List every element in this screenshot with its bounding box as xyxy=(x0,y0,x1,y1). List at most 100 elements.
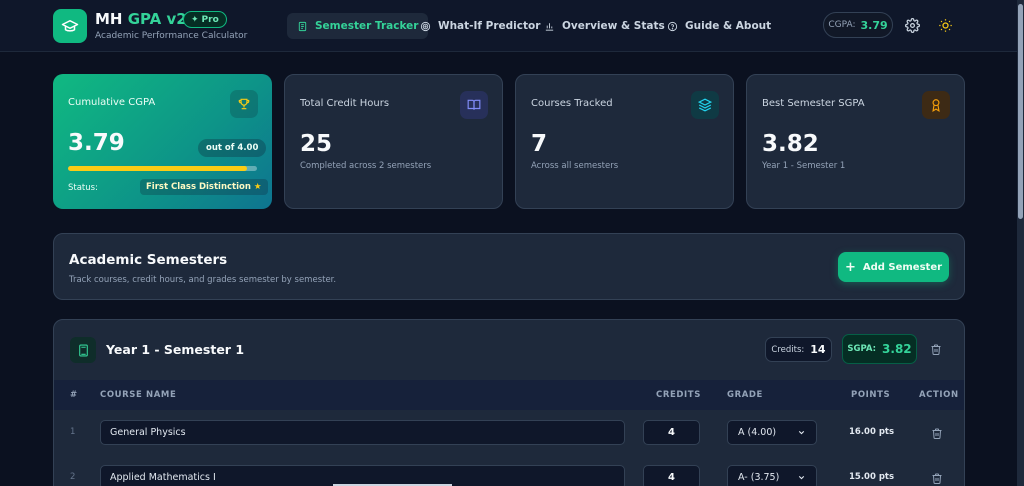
sparkle-icon: ✦ xyxy=(191,14,199,25)
sun-icon xyxy=(938,18,952,32)
status-label: Status: xyxy=(68,183,98,193)
pro-badge: ✦ Pro xyxy=(183,11,227,28)
cgpa-card-label: Cumulative CGPA xyxy=(68,97,156,108)
delete-semester-button[interactable] xyxy=(930,341,944,357)
credit-hours-value: 25 xyxy=(300,131,333,157)
semester-panel: Year 1 - Semester 1 Credits: 14 SGPA: 3.… xyxy=(53,319,965,486)
nav-label: Guide & About xyxy=(685,20,772,32)
target-icon xyxy=(420,21,431,31)
credit-hours-label: Total Credit Hours xyxy=(300,98,390,109)
points-value: 15.00 pts xyxy=(849,472,895,482)
nav-what-if-predictor[interactable]: What-If Predictor xyxy=(410,13,550,39)
status-value: First Class Distinction xyxy=(146,182,251,192)
graduation-cap-icon[interactable] xyxy=(53,9,87,43)
column-credits: CREDITS xyxy=(656,390,701,400)
grade-select[interactable]: A- (3.75) xyxy=(727,465,817,486)
scrollbar-thumb[interactable] xyxy=(1018,4,1023,219)
header-cgpa-label: CGPA: xyxy=(828,20,856,30)
academic-semesters-header: Academic Semesters Track courses, credit… xyxy=(53,233,965,300)
nav-overview-stats[interactable]: Overview & Stats xyxy=(534,13,675,39)
help-circle-icon xyxy=(667,21,678,31)
credits-label: Credits: xyxy=(771,344,805,355)
column-action: ACTION xyxy=(919,390,959,400)
header-cgpa-pill: CGPA: 3.79 xyxy=(823,12,893,38)
cgpa-progress-bar xyxy=(68,166,257,171)
award-icon xyxy=(922,91,950,119)
grade-select[interactable]: A (4.00) xyxy=(727,420,817,445)
semester-name[interactable]: Year 1 - Semester 1 xyxy=(106,342,244,357)
delete-course-button[interactable] xyxy=(931,425,944,440)
top-navbar: MH GPA v2 ✦ Pro Academic Performance Cal… xyxy=(0,0,1017,52)
semester-sgpa-pill: SGPA: 3.82 xyxy=(842,334,917,364)
column-number: # xyxy=(70,390,78,400)
status-badge: First Class Distinction ★ xyxy=(140,179,268,195)
best-sgpa-label: Best Semester SGPA xyxy=(762,98,865,109)
courses-tracked-value: 7 xyxy=(531,131,548,157)
brand-subtitle: Academic Performance Calculator xyxy=(95,31,248,41)
brand-title-prefix: MH xyxy=(95,10,123,28)
header-cgpa-value: 3.79 xyxy=(860,18,888,32)
points-value: 16.00 pts xyxy=(849,427,895,437)
theme-toggle-button[interactable] xyxy=(936,16,954,34)
brand-title-accent: GPA v2 xyxy=(127,10,187,28)
nav-label: Semester Tracker xyxy=(315,20,419,32)
table-row: 2 Applied Mathematics I 4 A- (3.75) 15.0… xyxy=(54,465,964,486)
bar-chart-icon xyxy=(545,22,554,31)
chevron-down-icon xyxy=(798,475,805,480)
cgpa-card: Cumulative CGPA 3.79 out of 4.00 Status:… xyxy=(53,74,272,209)
credit-hours-sub: Completed across 2 semesters xyxy=(300,161,432,171)
semester-credits-pill: Credits: 14 xyxy=(765,337,832,362)
course-name-input[interactable]: General Physics xyxy=(100,420,625,445)
credit-hours-card: Total Credit Hours 25 Completed across 2… xyxy=(284,74,503,209)
credits-input[interactable]: 4 xyxy=(643,465,700,486)
add-semester-label: Add Semester xyxy=(862,261,943,273)
layers-icon xyxy=(691,91,719,119)
row-number: 2 xyxy=(70,472,76,482)
cgpa-out-of: out of 4.00 xyxy=(198,139,267,157)
gear-icon xyxy=(904,17,920,33)
pro-badge-label: Pro xyxy=(201,14,219,25)
column-points: POINTS xyxy=(851,390,891,400)
courses-tracked-card: Courses Tracked 7 Across all semesters xyxy=(515,74,734,209)
credits-input[interactable]: 4 xyxy=(643,420,700,445)
section-title: Academic Semesters xyxy=(69,252,228,268)
nav-guide-about[interactable]: Guide & About xyxy=(657,13,781,39)
grade-value: A (4.00) xyxy=(738,427,777,438)
course-table-header: # COURSE NAME CREDITS GRADE POINTS ACTIO… xyxy=(54,380,964,410)
grade-value: A- (3.75) xyxy=(738,472,780,483)
page-scrollbar[interactable] xyxy=(1017,0,1024,486)
best-sgpa-sub: Year 1 - Semester 1 xyxy=(762,161,846,171)
table-row: 1 General Physics 4 A (4.00) 16.00 pts xyxy=(54,420,964,465)
clipboard-icon xyxy=(298,21,307,31)
column-course-name: COURSE NAME xyxy=(100,390,177,400)
nav-semester-tracker[interactable]: Semester Tracker xyxy=(287,13,429,39)
best-sgpa-value: 3.82 xyxy=(762,131,819,157)
trash-icon xyxy=(932,473,942,484)
brand-title[interactable]: MH GPA v2 xyxy=(95,10,187,28)
trophy-icon xyxy=(230,90,258,118)
nav-label: Overview & Stats xyxy=(562,20,665,32)
trash-icon xyxy=(932,428,942,439)
best-sgpa-card: Best Semester SGPA 3.82 Year 1 - Semeste… xyxy=(746,74,965,209)
trash-icon xyxy=(931,344,941,355)
chevron-down-icon xyxy=(798,430,805,435)
cgpa-value: 3.79 xyxy=(68,130,125,156)
plus-icon: + xyxy=(844,259,856,275)
nav-label: What-If Predictor xyxy=(438,20,541,32)
section-subtitle: Track courses, credit hours, and grades … xyxy=(69,275,337,285)
star-icon: ★ xyxy=(253,182,262,192)
delete-course-button[interactable] xyxy=(931,470,944,485)
course-name-input[interactable]: Applied Mathematics I xyxy=(100,465,625,486)
courses-tracked-label: Courses Tracked xyxy=(531,98,613,109)
row-number: 1 xyxy=(70,427,76,437)
column-grade: GRADE xyxy=(727,390,763,400)
sgpa-label: SGPA: xyxy=(847,344,877,354)
calculator-icon xyxy=(70,337,96,363)
cgpa-progress-fill xyxy=(68,166,248,171)
credits-value: 14 xyxy=(810,343,826,356)
courses-tracked-sub: Across all semesters xyxy=(531,161,619,171)
settings-button[interactable] xyxy=(903,16,921,34)
book-icon xyxy=(460,91,488,119)
sgpa-value: 3.82 xyxy=(882,342,912,356)
add-semester-button[interactable]: + Add Semester xyxy=(838,252,949,282)
